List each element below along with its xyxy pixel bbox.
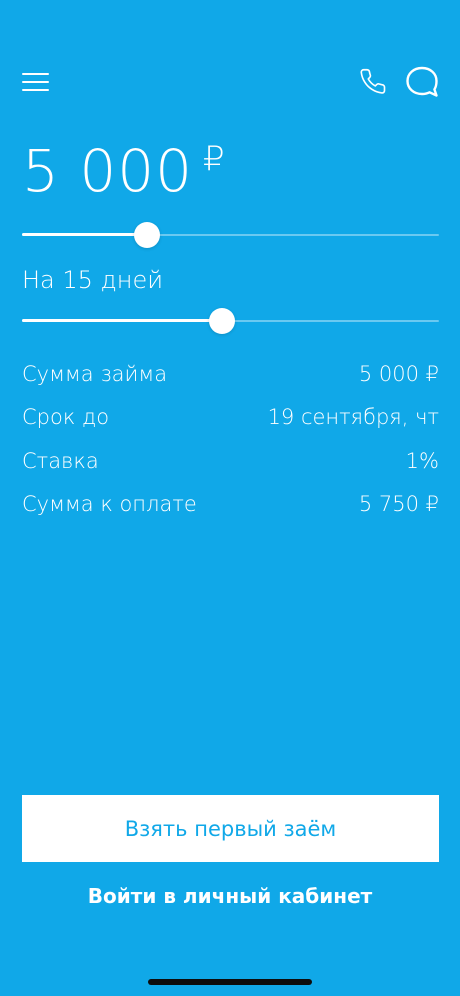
summary-label: Сумма займа	[22, 361, 168, 386]
slider-fill	[22, 233, 147, 236]
summary-row-total: Сумма к оплате 5 750 ₽	[22, 483, 439, 527]
summary-value: 5 000 ₽	[358, 361, 439, 386]
summary-value: 19 сентября, чт	[267, 405, 439, 430]
summary-row-rate: Ставка 1%	[22, 439, 439, 483]
phone-icon[interactable]	[360, 68, 388, 96]
slider-fill	[22, 319, 222, 322]
loan-summary: Сумма займа 5 000 ₽ Срок до 19 сентября,…	[22, 352, 439, 526]
summary-row-loan-sum: Сумма займа 5 000 ₽	[22, 352, 439, 396]
summary-value: 5 750 ₽	[358, 492, 439, 517]
home-indicator	[148, 979, 312, 985]
currency-symbol: ₽	[203, 139, 226, 179]
slider-thumb[interactable]	[134, 222, 160, 248]
summary-row-due-date: Срок до 19 сентября, чт	[22, 396, 439, 440]
summary-value: 1%	[405, 448, 439, 473]
loan-amount-display: 5 000 ₽	[22, 136, 226, 206]
summary-label: Ставка	[22, 448, 99, 473]
loan-term-label: На 15 дней	[22, 266, 164, 294]
hamburger-menu-icon[interactable]	[22, 70, 50, 94]
loan-amount-value: 5 000	[22, 137, 194, 205]
loan-term-slider[interactable]	[22, 307, 439, 335]
loan-calculator-screen: 5 000 ₽ На 15 дней Сумма займа 5 000 ₽ С…	[0, 0, 460, 996]
summary-label: Сумма к оплате	[22, 492, 197, 517]
loan-amount-slider[interactable]	[22, 221, 439, 249]
top-bar	[0, 60, 460, 104]
login-link[interactable]: Войти в личный кабинет	[0, 878, 460, 914]
summary-label: Срок до	[22, 405, 110, 430]
slider-thumb[interactable]	[209, 308, 235, 334]
chat-bubble-icon[interactable]	[404, 64, 440, 100]
take-first-loan-button[interactable]: Взять первый заём	[22, 795, 439, 862]
